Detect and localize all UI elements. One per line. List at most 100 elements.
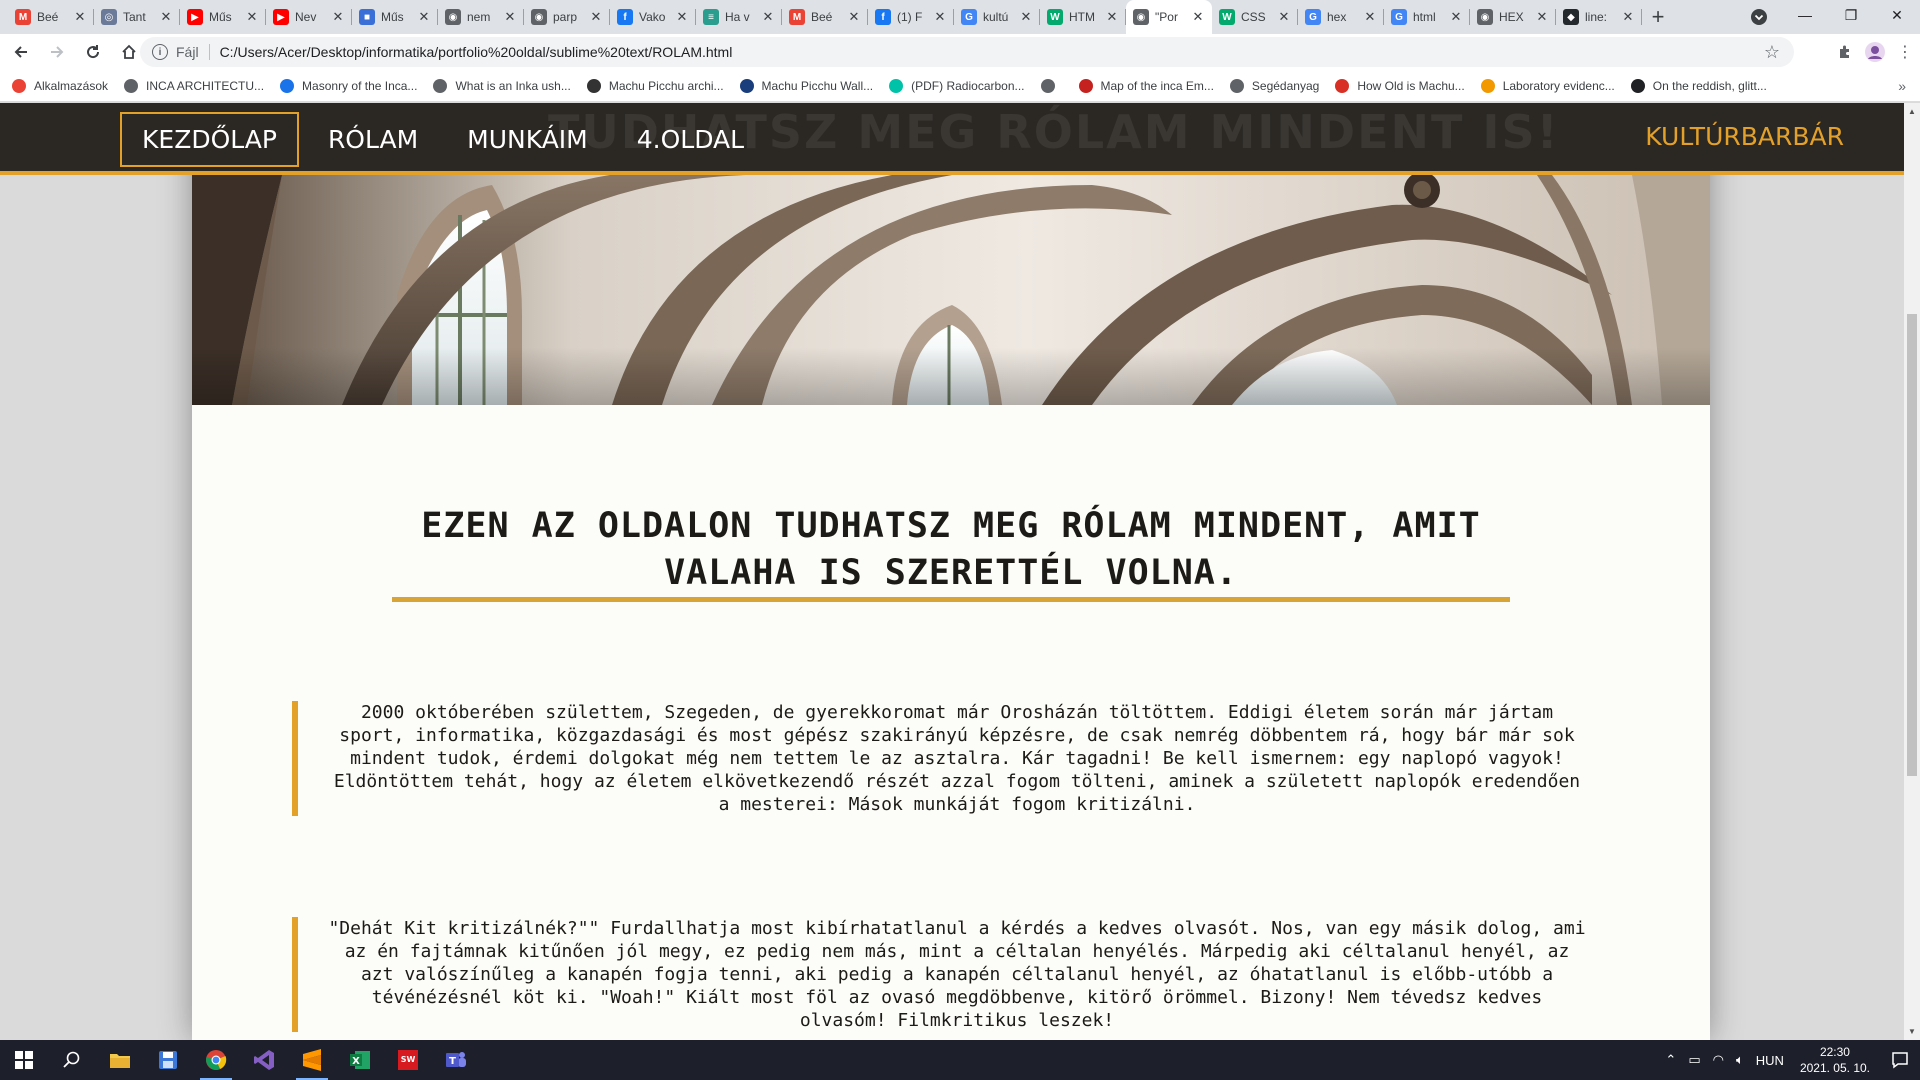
browser-tab[interactable]: ◉ nem ✕ [438,0,524,34]
restore-button[interactable]: ❐ [1828,0,1874,30]
page-scrollbar[interactable]: ▲ ▼ [1904,103,1920,1040]
info-icon[interactable]: i [152,44,168,60]
browser-tab[interactable]: ▶ Nev ✕ [266,0,352,34]
tab-close-icon[interactable]: ✕ [1449,9,1463,25]
start-icon[interactable] [0,1040,48,1080]
browser-tab[interactable]: ▶ Műs ✕ [180,0,266,34]
tab-close-icon[interactable]: ✕ [1535,9,1549,25]
bookmark-item[interactable]: (PDF) Radiocarbon... [889,78,1025,93]
bookmark-item[interactable] [1040,78,1063,93]
search-icon[interactable] [48,1040,96,1080]
bookmark-item[interactable]: Machu Picchu Wall... [739,78,873,93]
tab-close-icon[interactable]: ✕ [331,9,345,25]
browser-tab[interactable]: M Beé ✕ [8,0,94,34]
browser-tab[interactable]: ◉ HEX ✕ [1470,0,1556,34]
bookmark-item[interactable]: Segédanyag [1229,78,1319,93]
site-brand[interactable]: KULTÚRBARBÁR [1645,122,1844,151]
browser-tab[interactable]: Gkultú ✕ [954,0,1040,34]
bookmark-item[interactable]: What is an Inka ush... [433,78,571,93]
browser-tab[interactable]: f (1) F ✕ [868,0,954,34]
chrome-icon[interactable] [192,1040,240,1080]
bookmark-item[interactable]: INCA ARCHITECTU... [124,78,264,93]
browser-tab[interactable]: ≡ Ha v ✕ [696,0,782,34]
clock[interactable]: 22:30 2021. 05. 10. [1800,1044,1870,1076]
solidworks-icon[interactable]: SW [384,1040,432,1080]
tab-close-icon[interactable]: ✕ [675,9,689,25]
bookmark-item[interactable]: Masonry of the Inca... [280,78,417,93]
nav-item[interactable]: MUNKÁIM [447,114,608,165]
wifi-icon[interactable]: ◠ [1713,1052,1724,1068]
language-indicator[interactable]: HUN [1756,1053,1784,1068]
tab-close-icon[interactable]: ✕ [1019,9,1033,25]
page-heading: EZEN AZ OLDALON TUDHATSZ MEG RÓLAM MINDE… [421,506,1481,593]
tab-close-icon[interactable]: ✕ [503,9,517,25]
tab-close-icon[interactable]: ✕ [933,9,947,25]
bookmark-item[interactable]: Map of the inca Em... [1078,78,1214,93]
bookmark-item[interactable]: On the reddish, glitt... [1630,78,1767,93]
scroll-down-icon[interactable]: ▼ [1908,1027,1916,1036]
file-explorer-icon[interactable] [96,1040,144,1080]
profile-avatar[interactable] [1860,37,1890,67]
tab-close-icon[interactable]: ✕ [761,9,775,25]
back-button[interactable] [6,37,36,67]
browser-tab[interactable]: Ghex ✕ [1298,0,1384,34]
bookmark-item[interactable]: Laboratory evidenc... [1480,78,1615,93]
browser-tab[interactable]: M Beé ✕ [782,0,868,34]
browser-tab[interactable]: W CSS ✕ [1212,0,1298,34]
browser-tab[interactable]: ◉ parp ✕ [524,0,610,34]
address-bar[interactable]: i Fájl C:/Users/Acer/Desktop/informatika… [140,37,1794,67]
tab-close-icon[interactable]: ✕ [73,9,87,25]
browser-tab[interactable]: ◎ Tant ✕ [94,0,180,34]
bookmarks-overflow-icon[interactable]: » [1898,78,1906,94]
reload-button[interactable] [78,37,108,67]
tab-close-icon[interactable]: ✕ [159,9,173,25]
teams-icon[interactable]: T [432,1040,480,1080]
notification-button[interactable] [1880,1040,1920,1080]
home-icon [122,44,136,59]
forward-button[interactable] [42,37,72,67]
browser-tab[interactable]: ◆ line: ✕ [1556,0,1642,34]
close-window-button[interactable]: ✕ [1874,0,1920,30]
scrollbar-thumb[interactable] [1907,314,1917,776]
tray-chevron-icon[interactable]: ⌃ [1665,1052,1676,1068]
excel-icon[interactable]: X [336,1040,384,1080]
bookmark-item[interactable]: Alkalmazások [12,78,108,93]
nav-item[interactable]: KEZDŐLAP [120,112,299,167]
sublime-text-icon[interactable] [288,1040,336,1080]
bookmark-star-icon[interactable]: ☆ [1764,42,1780,63]
browser-tab[interactable]: ■ Műs ✕ [352,0,438,34]
browser-tab[interactable]: W HTM ✕ [1040,0,1126,34]
tab-search-icon [1751,9,1767,25]
new-tab-button[interactable]: + [1642,0,1674,34]
tab-close-icon[interactable]: ✕ [1105,9,1119,25]
nav-item[interactable]: 4.OLDAL [617,114,764,165]
hero-banner [192,175,1710,405]
extensions-icon[interactable] [1830,37,1860,67]
tab-close-icon[interactable]: ✕ [1191,9,1205,25]
tab-close-icon[interactable]: ✕ [589,9,603,25]
battery-icon[interactable]: ▭ [1688,1052,1700,1068]
tab-close-icon[interactable]: ✕ [847,9,861,25]
tab-search-button[interactable] [1748,6,1770,28]
minimize-button[interactable]: — [1782,0,1828,30]
nav-item[interactable]: RÓLAM [308,114,438,165]
tab-close-icon[interactable]: ✕ [417,9,431,25]
google-icon: G [1391,9,1407,25]
volume-icon[interactable]: 🔈︎ [1736,1052,1744,1068]
tab-close-icon[interactable]: ✕ [1277,9,1291,25]
browser-menu-button[interactable]: ⋮ [1890,37,1920,67]
tab-close-icon[interactable]: ✕ [1363,9,1377,25]
tab-close-icon[interactable]: ✕ [1621,9,1635,25]
url-text[interactable]: C:/Users/Acer/Desktop/informatika/portfo… [220,44,733,60]
bookmark-item[interactable]: How Old is Machu... [1335,78,1465,93]
site-navigation: TUDHATSZ MEG RÓLAM MINDENT IS! KEZDŐLAP R… [0,103,1904,175]
scroll-up-icon[interactable]: ▲ [1908,107,1916,116]
save-disk-icon[interactable] [144,1040,192,1080]
visual-studio-icon[interactable] [240,1040,288,1080]
reload-icon [87,45,100,59]
browser-tab[interactable]: ◉ "Por ✕ [1126,0,1212,34]
tab-close-icon[interactable]: ✕ [245,9,259,25]
bookmark-item[interactable]: Machu Picchu archi... [586,78,724,93]
browser-tab[interactable]: f Vako ✕ [610,0,696,34]
browser-tab[interactable]: Ghtml ✕ [1384,0,1470,34]
